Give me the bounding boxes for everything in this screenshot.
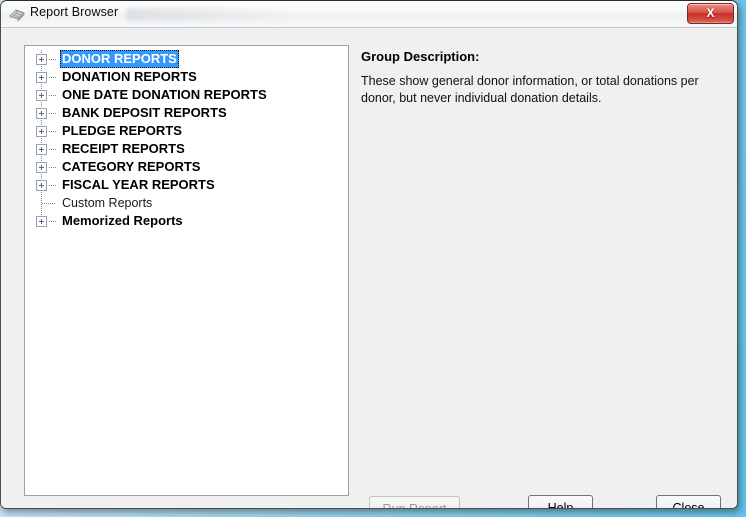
tree-item-label: PLEDGE REPORTS bbox=[62, 123, 182, 138]
tree-connector-elbow bbox=[49, 149, 57, 150]
help-button[interactable]: Help bbox=[528, 495, 593, 509]
expand-plus-icon[interactable] bbox=[36, 126, 47, 137]
tree-item-label: RECEIPT REPORTS bbox=[62, 141, 185, 156]
expand-plus-icon[interactable] bbox=[36, 54, 47, 65]
report-tree: DONOR REPORTS DONATION REPORTS ONE DATE DO… bbox=[25, 46, 348, 230]
window-close-button[interactable]: X bbox=[687, 3, 734, 24]
report-tree-panel[interactable]: DONOR REPORTS DONATION REPORTS ONE DATE DO… bbox=[24, 45, 349, 496]
tree-item-bank-deposit-reports[interactable]: BANK DEPOSIT REPORTS bbox=[25, 104, 348, 122]
report-browser-window: Report Browser X DONOR REPORTS DONATION R… bbox=[0, 0, 738, 509]
dialog-client-area: DONOR REPORTS DONATION REPORTS ONE DATE DO… bbox=[1, 28, 737, 508]
tree-item-custom-reports[interactable]: Custom Reports bbox=[25, 194, 348, 212]
tree-connector-elbow bbox=[42, 203, 55, 204]
tree-item-pledge-reports[interactable]: PLEDGE REPORTS bbox=[25, 122, 348, 140]
tree-item-label: Memorized Reports bbox=[62, 213, 183, 228]
tree-item-receipt-reports[interactable]: RECEIPT REPORTS bbox=[25, 140, 348, 158]
close-dialog-button[interactable]: Close bbox=[656, 495, 721, 509]
tree-connector-elbow bbox=[49, 77, 57, 78]
tree-item-label: FISCAL YEAR REPORTS bbox=[62, 177, 215, 192]
tree-item-label: BANK DEPOSIT REPORTS bbox=[62, 105, 227, 120]
tree-connector-elbow bbox=[49, 95, 57, 96]
run-report-button[interactable]: Run Report bbox=[369, 496, 460, 509]
tree-item-donor-reports[interactable]: DONOR REPORTS bbox=[25, 50, 348, 68]
tree-connector-elbow bbox=[49, 113, 57, 114]
report-stack-icon bbox=[8, 6, 26, 23]
tree-item-fiscal-year-reports[interactable]: FISCAL YEAR REPORTS bbox=[25, 176, 348, 194]
tree-item-one-date-donation-reports[interactable]: ONE DATE DONATION REPORTS bbox=[25, 86, 348, 104]
expand-plus-icon[interactable] bbox=[36, 162, 47, 173]
tree-item-label: ONE DATE DONATION REPORTS bbox=[62, 87, 267, 102]
expand-plus-icon[interactable] bbox=[36, 72, 47, 83]
tree-item-label: DONATION REPORTS bbox=[62, 69, 197, 84]
window-title: Report Browser bbox=[30, 5, 119, 19]
group-description-panel: Group Description: These show general do… bbox=[361, 49, 719, 107]
tree-item-category-reports[interactable]: CATEGORY REPORTS bbox=[25, 158, 348, 176]
tree-connector-elbow bbox=[49, 131, 57, 132]
tree-connector-elbow bbox=[49, 59, 57, 60]
expand-plus-icon[interactable] bbox=[36, 108, 47, 119]
expand-plus-icon[interactable] bbox=[36, 180, 47, 191]
title-bar[interactable]: Report Browser X bbox=[1, 1, 737, 28]
help-button-label: Help bbox=[547, 501, 574, 509]
expand-plus-icon[interactable] bbox=[36, 144, 47, 155]
tree-item-donation-reports[interactable]: DONATION REPORTS bbox=[25, 68, 348, 86]
tree-item-label: Custom Reports bbox=[62, 196, 153, 210]
close-icon: X bbox=[706, 6, 715, 20]
tree-item-label: CATEGORY REPORTS bbox=[62, 159, 201, 174]
expand-plus-icon[interactable] bbox=[36, 216, 47, 227]
tree-item-memorized-reports[interactable]: Memorized Reports bbox=[25, 212, 348, 230]
expand-plus-icon[interactable] bbox=[36, 90, 47, 101]
close-dialog-button-label: Close bbox=[672, 501, 705, 509]
tree-connector-elbow bbox=[49, 221, 57, 222]
tree-connector-elbow bbox=[49, 167, 57, 168]
group-description-text: These show general donor information, or… bbox=[361, 74, 699, 105]
tree-connector-elbow bbox=[49, 185, 57, 186]
group-description-heading: Group Description: bbox=[361, 49, 480, 64]
run-report-button-label: Run Report bbox=[382, 502, 447, 509]
title-bar-smudge bbox=[126, 8, 286, 21]
tree-item-label: DONOR REPORTS bbox=[60, 50, 179, 68]
